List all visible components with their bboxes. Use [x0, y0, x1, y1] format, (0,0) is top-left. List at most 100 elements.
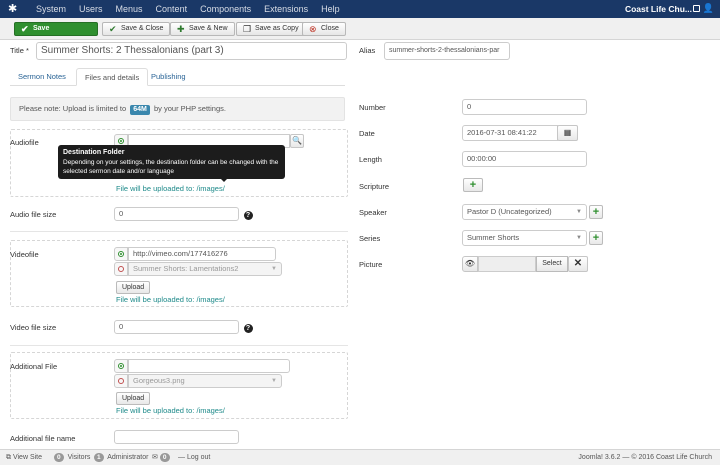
site-name-link[interactable]: Coast Life Chu... [625, 0, 692, 18]
view-site-link[interactable]: ⧉ View Site [6, 450, 42, 465]
menu-components[interactable]: Components [200, 0, 258, 18]
tab-sermon-notes[interactable]: Sermon Notes [10, 68, 74, 86]
plus-icon: + [592, 232, 600, 244]
alias-input[interactable]: summer-shorts-2-thessalonians-par [384, 42, 510, 60]
chevron-down-icon: ▼ [271, 378, 277, 384]
menu-content[interactable]: Content [156, 0, 195, 18]
help-icon[interactable]: ? [241, 207, 255, 221]
chevron-down-icon: ▼ [576, 235, 582, 241]
main-menu: System Users Menus Content Components Ex… [36, 0, 353, 18]
alias-label: Alias [359, 46, 376, 55]
additional-radio-select[interactable] [114, 374, 128, 388]
series-select[interactable]: Summer Shorts (Uncategorized)▼ [462, 230, 587, 246]
close-circle-icon: ⊗ [309, 24, 317, 34]
date-input[interactable]: 2016-07-31 08:41:22 [462, 125, 558, 141]
number-label: Number [359, 103, 386, 112]
video-upload-path: File will be uploaded to: /images/ [116, 295, 225, 304]
length-input[interactable]: 00:00:00 [462, 151, 587, 167]
menu-extensions[interactable]: Extensions [264, 0, 315, 18]
close-icon: ✕ [573, 258, 583, 269]
divider [10, 231, 348, 232]
save-new-button[interactable]: ✚ Save & New [170, 22, 235, 36]
tab-files-details[interactable]: Files and details [76, 68, 149, 86]
search-icon: 🔍 [292, 136, 302, 145]
save-button[interactable]: ✔ Save [14, 22, 98, 36]
tab-bar: Sermon Notes Files and details Publishin… [10, 68, 345, 86]
top-navbar: ✱ System Users Menus Content Components … [0, 0, 720, 18]
visitors-indicator: 0 Visitors [52, 450, 90, 465]
video-upload-button[interactable]: Upload [116, 281, 151, 294]
picture-label: Picture [359, 260, 383, 269]
audio-size-input[interactable]: 0 [114, 207, 239, 221]
picture-clear-button[interactable]: ✕ [568, 256, 588, 272]
copy-icon: ❐ [243, 24, 252, 34]
title-input[interactable]: Summer Shorts: 2 Thessalonians (part 3) [36, 42, 347, 60]
additional-upload-button[interactable]: Upload [116, 392, 151, 405]
mail-icon: ✉ [152, 454, 158, 461]
status-bar: ⧉ View Site 0 Visitors 1 Administrator ✉… [0, 449, 720, 465]
close-button[interactable]: ⊗ Close [302, 22, 346, 36]
additional-url-input[interactable] [128, 359, 290, 373]
additional-name-label: Additional file name [10, 434, 76, 443]
picture-path-input [478, 256, 536, 272]
video-file-select[interactable]: Summer Shorts: Lamentations2 ▼ [128, 262, 282, 276]
save-close-button[interactable]: ✔ Save & Close [102, 22, 171, 36]
additional-radio-url[interactable] [114, 359, 128, 373]
help-icon[interactable]: ? [241, 320, 255, 334]
tooltip-title: Destination Folder [63, 149, 125, 156]
video-size-input[interactable]: 0 [114, 320, 239, 334]
picture-preview-button[interactable]: 👁 [462, 256, 478, 272]
chevron-down-icon: ▼ [576, 209, 582, 215]
length-label: Length [359, 155, 382, 164]
tooltip-body: Depending on your settings, the destinat… [63, 159, 279, 175]
speaker-select[interactable]: Pastor D (Uncategorized) ▼ [462, 204, 587, 220]
calendar-icon: ▦ [563, 128, 572, 137]
external-link-icon: ⧉ [6, 454, 11, 461]
audio-upload-path: File will be uploaded to: /images/ [116, 184, 225, 193]
menu-help[interactable]: Help [321, 0, 347, 18]
messages-indicator[interactable]: ✉ 0 [152, 450, 172, 465]
additional-upload-path: File will be uploaded to: /images/ [116, 406, 225, 415]
save-copy-button[interactable]: ❐ Save as Copy [236, 22, 306, 36]
menu-menus[interactable]: Menus [116, 0, 150, 18]
picture-select-button[interactable]: Select [536, 256, 568, 272]
admin-count-badge: 1 [94, 453, 104, 462]
divider [10, 345, 348, 346]
audio-size-label: Audio file size [10, 210, 57, 219]
video-radio-url[interactable] [114, 247, 128, 261]
scripture-label: Scripture [359, 182, 390, 191]
user-menu-icon[interactable]: 👤 [703, 3, 714, 14]
chevron-down-icon: ▼ [271, 266, 277, 272]
visitors-count-badge: 0 [54, 453, 64, 462]
add-scripture-button[interactable]: + [463, 178, 483, 192]
external-link-icon[interactable] [693, 5, 700, 12]
additional-name-input[interactable] [114, 430, 239, 444]
date-picker-button[interactable]: ▦ [557, 125, 578, 141]
upload-limit-badge: 64M [130, 105, 150, 115]
video-radio-select[interactable] [114, 262, 128, 276]
additional-file-label: Additional File [10, 362, 58, 371]
add-series-button[interactable]: + [589, 231, 603, 245]
menu-system[interactable]: System [36, 0, 73, 18]
audio-search-button[interactable]: 🔍 [290, 134, 304, 148]
speaker-label: Speaker [359, 208, 387, 217]
logout-link[interactable]: — Log out [178, 450, 210, 465]
add-speaker-button[interactable]: + [589, 205, 603, 219]
tooltip-arrow [220, 178, 228, 182]
audiofile-label: Audiofile [10, 138, 39, 147]
footer-version: Joomla! 3.6.2 — © 2016 Coast Life Church [578, 454, 712, 461]
minus-icon: — [178, 454, 185, 461]
date-label: Date [359, 129, 375, 138]
video-url-input[interactable]: http://vimeo.com/177416276 [128, 247, 276, 261]
number-input[interactable]: 0 [462, 99, 587, 115]
additional-file-select[interactable]: Gorgeous3.png ▼ [128, 374, 282, 388]
tab-publishing[interactable]: Publishing [143, 68, 194, 86]
messages-count-badge: 0 [159, 453, 170, 462]
joomla-logo-icon[interactable]: ✱ [8, 3, 20, 15]
admin-indicator: 1 Administrator [92, 450, 148, 465]
check-icon: ✔ [21, 24, 29, 34]
menu-users[interactable]: Users [79, 0, 110, 18]
eye-icon: 👁 [464, 259, 476, 268]
plus-icon: ✚ [177, 24, 185, 34]
series-label: Series [359, 234, 381, 243]
